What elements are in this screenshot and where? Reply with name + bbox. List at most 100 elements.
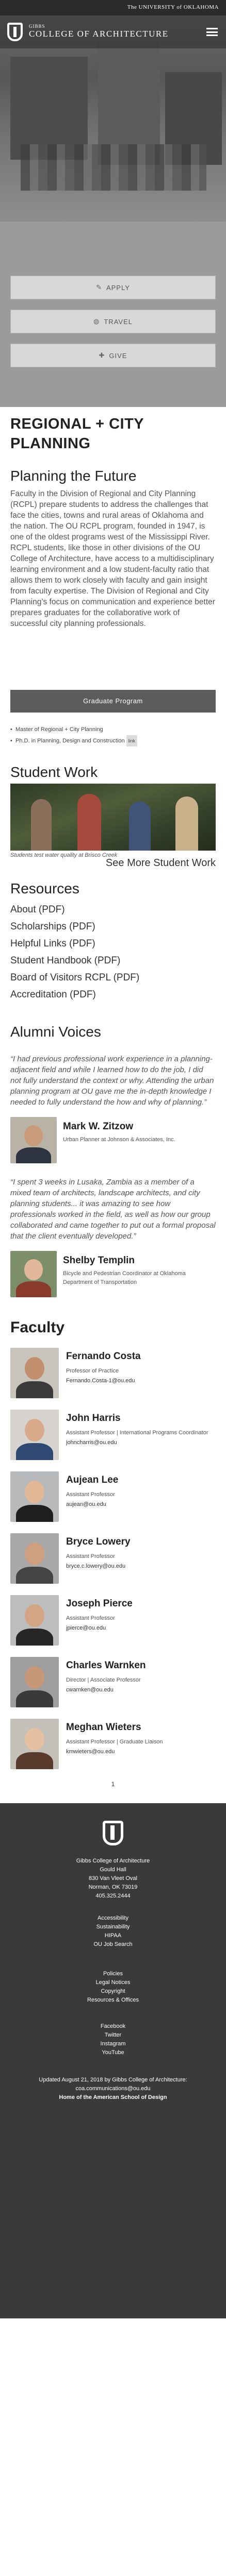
give-button[interactable]: ✚ GIVE — [10, 344, 216, 367]
footer-link[interactable]: Sustainability — [10, 1923, 216, 1931]
footer-link[interactable]: Policies — [10, 1970, 216, 1978]
avatar — [10, 1595, 59, 1646]
travel-label: TRAVEL — [104, 317, 133, 326]
see-more-student-work-link[interactable]: See More Student Work — [10, 857, 216, 869]
site-header: GIBBS COLLEGE OF ARCHITECTURE — [0, 15, 226, 48]
program-link-mrcp[interactable]: Master of Regional + City Planning — [10, 724, 216, 735]
faculty-name: Bryce Lowery — [66, 1536, 131, 1547]
avatar — [10, 1117, 57, 1163]
address-line: 830 Van Vleet Oval — [89, 1875, 137, 1882]
hamburger-menu-icon[interactable] — [206, 28, 218, 36]
alumni-name: Mark W. Zitzow — [63, 1121, 134, 1132]
faculty-pagination[interactable]: 1 — [10, 1781, 216, 1788]
updated-text: Updated August 21, 2018 by Gibbs College… — [39, 2077, 187, 2092]
student-work-heading: Student Work — [10, 764, 98, 780]
resource-link[interactable]: Accreditation (PDF) — [10, 986, 216, 1003]
resource-link[interactable]: Scholarships (PDF) — [10, 918, 216, 935]
faculty-email-link[interactable]: aujean@ou.edu — [66, 1500, 118, 1509]
ou-logo-icon[interactable] — [103, 1821, 123, 1845]
avatar — [10, 1471, 59, 1522]
resource-link[interactable]: About (PDF) — [10, 901, 216, 918]
ou-logo-icon[interactable] — [7, 23, 23, 41]
page-number[interactable]: 1 — [111, 1781, 115, 1788]
graduate-program-button[interactable]: Graduate Program — [10, 690, 216, 713]
gift-icon: ✚ — [99, 351, 105, 359]
footer-link[interactable]: Legal Notices — [10, 1978, 216, 1987]
apply-label: APPLY — [106, 283, 130, 292]
faculty-email-link[interactable]: johncharris@ou.edu — [66, 1438, 208, 1447]
footer-address: Gibbs College of Architecture Gould Hall… — [10, 1857, 216, 1901]
faculty-card: Charles Warnken Director | Associate Pro… — [10, 1657, 216, 1707]
faculty-email-link[interactable]: kmwieters@ou.edu — [66, 1747, 163, 1756]
alumni-title: Urban Planner at Johnson & Associates, I… — [63, 1137, 175, 1143]
university-link[interactable]: The UNIVERSITY of OKLAHOMA — [127, 4, 219, 10]
travel-button[interactable]: ◍ TRAVEL — [10, 310, 216, 333]
faculty-name: Charles Warnken — [66, 1660, 146, 1671]
faculty-name: Fernando Costa — [66, 1351, 141, 1362]
faculty-name: John Harris — [66, 1413, 121, 1423]
pencil-icon: ✎ — [96, 283, 102, 291]
avatar — [10, 1719, 59, 1769]
youtube-link[interactable]: YouTube — [10, 2048, 216, 2057]
hero-actions: ✎ APPLY ◍ TRAVEL ✚ GIVE — [10, 276, 216, 378]
resource-link[interactable]: Student Handbook (PDF) — [10, 952, 216, 969]
globe-icon: ◍ — [93, 317, 100, 325]
program-link-phd[interactable]: Ph.D. in Planning, Design and Constructi… — [10, 735, 216, 747]
avatar — [10, 1410, 59, 1460]
resources-heading: Resources — [10, 880, 79, 896]
address-line: Gould Hall — [100, 1867, 126, 1873]
footer-link[interactable]: Copyright — [10, 1987, 216, 1996]
main-content: REGIONAL + CITY PLANNING Planning the Fu… — [0, 414, 226, 1788]
intro-heading: Planning the Future — [10, 468, 137, 484]
instagram-link[interactable]: Instagram — [10, 2040, 216, 2048]
resource-link[interactable]: Board of Visitors RCPL (PDF) — [10, 969, 216, 986]
footer-link[interactable]: OU Job Search — [10, 1940, 216, 1949]
avatar — [10, 1348, 59, 1398]
link-tag: link — [126, 735, 138, 747]
avatar — [10, 1533, 59, 1584]
footer-link[interactable]: Accessibility — [10, 1914, 216, 1923]
alumni-card: Mark W. Zitzow Urban Planner at Johnson … — [10, 1117, 216, 1163]
faculty-email-link[interactable]: bryce.c.lowery@ou.edu — [66, 1562, 131, 1571]
hero-banner: The UNIVERSITY of OKLAHOMA GIBBS COLLEGE… — [0, 0, 226, 407]
faculty-card: Bryce Lowery Assistant Professor bryce.c… — [10, 1533, 216, 1584]
alumni-title: Bicycle and Pedestrian Coordinator at Ok… — [63, 1270, 186, 1285]
avatar — [10, 1251, 57, 1297]
footer-link[interactable]: HIPAA — [10, 1931, 216, 1940]
resource-link[interactable]: Helpful Links (PDF) — [10, 935, 216, 952]
program-link-label: Ph.D. in Planning, Design and Constructi… — [15, 738, 125, 744]
resources-list: About (PDF) Scholarships (PDF) Helpful L… — [10, 901, 216, 1003]
twitter-link[interactable]: Twitter — [10, 2031, 216, 2040]
faculty-email-link[interactable]: Fernando.Costa-1@ou.edu — [66, 1376, 141, 1385]
faculty-name: Meghan Wieters — [66, 1722, 141, 1733]
faculty-title: Assistant Professor — [66, 1615, 115, 1621]
address-line: Gibbs College of Architecture — [76, 1858, 150, 1864]
footer-social: Facebook Twitter Instagram YouTube — [10, 2022, 216, 2057]
faculty-card: Meghan Wieters Assistant Professor | Gra… — [10, 1719, 216, 1769]
alumni-quote: “I spent 3 weeks in Lusaka, Zambia as a … — [10, 1178, 216, 1241]
faculty-title: Assistant Professor — [66, 1492, 115, 1498]
program-links: Master of Regional + City Planning Ph.D.… — [10, 724, 216, 747]
alumni-quote: “I had previous professional work experi… — [10, 1055, 214, 1107]
faculty-card: Fernando Costa Professor of Practice Fer… — [10, 1348, 216, 1398]
give-label: GIVE — [109, 351, 127, 360]
footer-link[interactable]: Resources & Offices — [10, 1996, 216, 2005]
alumni-name: Shelby Templin — [63, 1255, 135, 1266]
footer-links-primary: Accessibility Sustainability HIPAA OU Jo… — [10, 1914, 216, 1949]
alumni-heading: Alumni Voices — [10, 1024, 101, 1040]
faculty-email-link[interactable]: jpierce@ou.edu — [66, 1623, 133, 1633]
student-work-photo[interactable] — [10, 784, 216, 851]
program-link-label: Master of Regional + City Planning — [15, 726, 103, 733]
college-wordmark[interactable]: GIBBS COLLEGE OF ARCHITECTURE — [29, 24, 169, 39]
college-name-big: COLLEGE OF ARCHITECTURE — [29, 29, 169, 39]
apply-button[interactable]: ✎ APPLY — [10, 276, 216, 299]
faculty-email-link[interactable]: cwarnken@ou.edu — [66, 1685, 146, 1694]
alumni-voices: “I had previous professional work experi… — [10, 1054, 216, 1297]
page-title: REGIONAL + CITY PLANNING — [10, 416, 144, 452]
faculty-card: John Harris Assistant Professor | Intern… — [10, 1410, 216, 1460]
alumni-card: Shelby Templin Bicycle and Pedestrian Co… — [10, 1251, 216, 1297]
facebook-link[interactable]: Facebook — [10, 2022, 216, 2031]
phone-link[interactable]: 405.325.2444 — [10, 1892, 216, 1901]
faculty-title: Assistant Professor | International Prog… — [66, 1430, 208, 1436]
faculty-title: Director | Associate Professor — [66, 1677, 141, 1683]
